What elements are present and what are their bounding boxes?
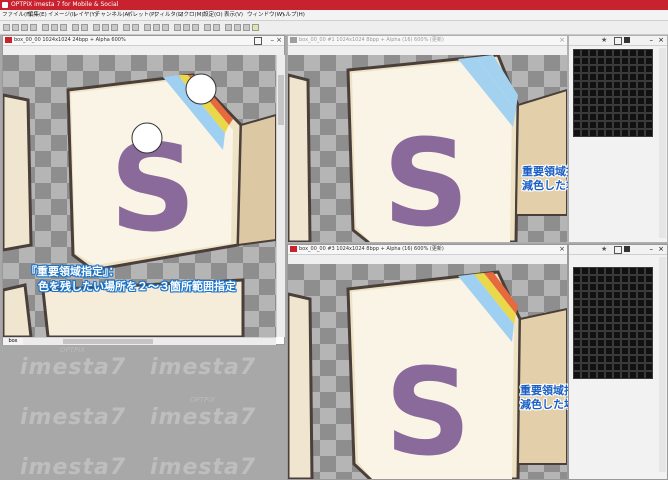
watermark-logo: imesta7 <box>20 455 127 480</box>
minimize-icon[interactable]: – <box>650 36 654 44</box>
crop-icon[interactable] <box>102 24 109 31</box>
menu-view[interactable]: 表示(V) <box>224 10 243 20</box>
palette-toolbar: ★ – × <box>569 245 667 255</box>
minimize-icon[interactable]: – <box>271 36 275 45</box>
cut-icon[interactable] <box>42 24 49 31</box>
grid-icon[interactable] <box>174 24 181 31</box>
watermark-logo: imesta7 <box>20 405 127 430</box>
menu-window[interactable]: ウィンドウ(W) <box>247 10 284 20</box>
redo-icon[interactable] <box>81 24 88 31</box>
open-icon[interactable] <box>12 24 19 31</box>
watermark-logo: imesta7 <box>150 455 257 480</box>
zoom-in-icon[interactable] <box>123 24 130 31</box>
image-canvas[interactable]: S <box>3 55 276 337</box>
resize-icon[interactable] <box>111 24 118 31</box>
palette-swatch-grid[interactable] <box>573 267 653 379</box>
zoom-out-icon[interactable] <box>132 24 139 31</box>
watermark-sub: OPTPiX <box>190 396 215 404</box>
window-title: box_00_00 1024x1024 24bpp + Alpha 600% –… <box>3 36 284 46</box>
palette-toolbar: ★ – × <box>569 36 667 46</box>
watermark-logo: imesta7 <box>20 355 127 380</box>
reduce-color-icon[interactable] <box>153 24 160 31</box>
app-icon <box>2 2 8 8</box>
bottom-right-image-window: box_00_00 #3 1024x1024 8bpp + Alpha (16)… <box>287 244 568 480</box>
maximize-icon[interactable] <box>254 37 262 45</box>
doc-icon <box>290 245 297 252</box>
star-icon[interactable]: ★ <box>601 36 607 44</box>
title-bar: OPTPiX imesta 7 for Mobile & Social <box>0 0 668 10</box>
palette-scrollbar[interactable] <box>659 257 666 472</box>
menu-channel[interactable]: チャンネル(A) <box>95 10 130 20</box>
image-canvas[interactable]: S <box>288 55 567 242</box>
menu-bar: ファイル(F) 編集(E) イメージ(I) レイヤ(Y) チャンネル(A) パレ… <box>0 10 668 21</box>
main-toolbar <box>0 21 668 35</box>
window-icon[interactable] <box>225 24 232 31</box>
top-right-image-window: box_00_00 #1 1024x1024 8bpp + Alpha (16)… <box>287 35 568 243</box>
help-icon[interactable] <box>243 24 250 31</box>
palette-swatch-grid[interactable] <box>573 49 653 137</box>
star-icon[interactable]: ★ <box>601 245 607 253</box>
tile-icon[interactable] <box>234 24 241 31</box>
caption-left-2: 色を残したい場所を２～３箇所範囲指定 <box>38 280 236 293</box>
caption-left-1: 『重要領域指定』： <box>26 265 120 278</box>
copy-icon[interactable] <box>51 24 58 31</box>
s-glyph: S <box>383 115 469 242</box>
minimize-icon[interactable]: – <box>650 245 654 253</box>
palette-icon[interactable] <box>624 37 630 43</box>
doc-icon <box>290 36 297 43</box>
close-icon[interactable]: × <box>658 36 664 44</box>
save-icon[interactable] <box>21 24 28 31</box>
watermark-sub: OPTPiX <box>60 346 85 354</box>
left-image-window: box_00_00 1024x1024 24bpp + Alpha 600% –… <box>2 35 285 345</box>
close-icon[interactable]: × <box>559 36 565 45</box>
vertical-scrollbar[interactable] <box>276 55 285 337</box>
info-icon[interactable] <box>252 24 259 31</box>
horizontal-scrollbar[interactable] <box>23 337 276 345</box>
box-image: S <box>288 270 567 479</box>
select-icon[interactable] <box>93 24 100 31</box>
palette-scrollbar[interactable] <box>659 48 666 238</box>
close-icon[interactable]: × <box>276 36 282 45</box>
palette-icon[interactable] <box>144 24 151 31</box>
doc-icon <box>5 36 12 43</box>
menu-help[interactable]: ヘルプ(H) <box>280 10 305 20</box>
menu-edit[interactable]: 編集(E) <box>28 10 47 20</box>
close-icon[interactable]: × <box>559 245 565 254</box>
grid-view-icon[interactable] <box>614 37 622 45</box>
palette-panel-top: ★ – × <box>568 35 668 243</box>
app-title: OPTPiX imesta 7 for Mobile & Social <box>11 1 119 8</box>
box-image: S <box>3 73 276 337</box>
box-image: S <box>288 55 567 242</box>
close-icon[interactable]: × <box>658 245 664 253</box>
macro-icon[interactable] <box>204 24 211 31</box>
scroll-thumb[interactable] <box>63 339 153 344</box>
menu-layer[interactable]: レイヤ(Y) <box>73 10 97 20</box>
image-canvas[interactable]: S <box>288 264 567 479</box>
new-icon[interactable] <box>3 24 10 31</box>
window-title: box_00_00 #1 1024x1024 8bpp + Alpha (16)… <box>288 36 567 46</box>
paste-icon[interactable] <box>60 24 67 31</box>
s-glyph: S <box>385 344 471 479</box>
grid-view-icon[interactable] <box>614 246 622 254</box>
watermark-logo: imesta7 <box>150 405 257 430</box>
menu-palette[interactable]: パレット(P) <box>127 10 157 20</box>
batch-icon[interactable] <box>213 24 220 31</box>
channel-icon[interactable] <box>192 24 199 31</box>
undo-icon[interactable] <box>72 24 79 31</box>
filter-icon[interactable] <box>162 24 169 31</box>
layer-tab[interactable]: box <box>3 337 23 345</box>
menu-macro[interactable]: マクロ(M) <box>178 10 204 20</box>
menu-settings[interactable]: 設定(O) <box>203 10 223 20</box>
menu-image[interactable]: イメージ(I) <box>48 10 76 20</box>
palette-icon[interactable] <box>624 246 630 252</box>
palette-panel-bottom: ★ – × <box>568 244 668 480</box>
print-icon[interactable] <box>30 24 37 31</box>
scroll-thumb[interactable] <box>278 75 284 125</box>
layer-icon[interactable] <box>183 24 190 31</box>
watermark-logo: imesta7 <box>150 355 257 380</box>
window-title: box_00_00 #3 1024x1024 8bpp + Alpha (16)… <box>288 245 567 255</box>
